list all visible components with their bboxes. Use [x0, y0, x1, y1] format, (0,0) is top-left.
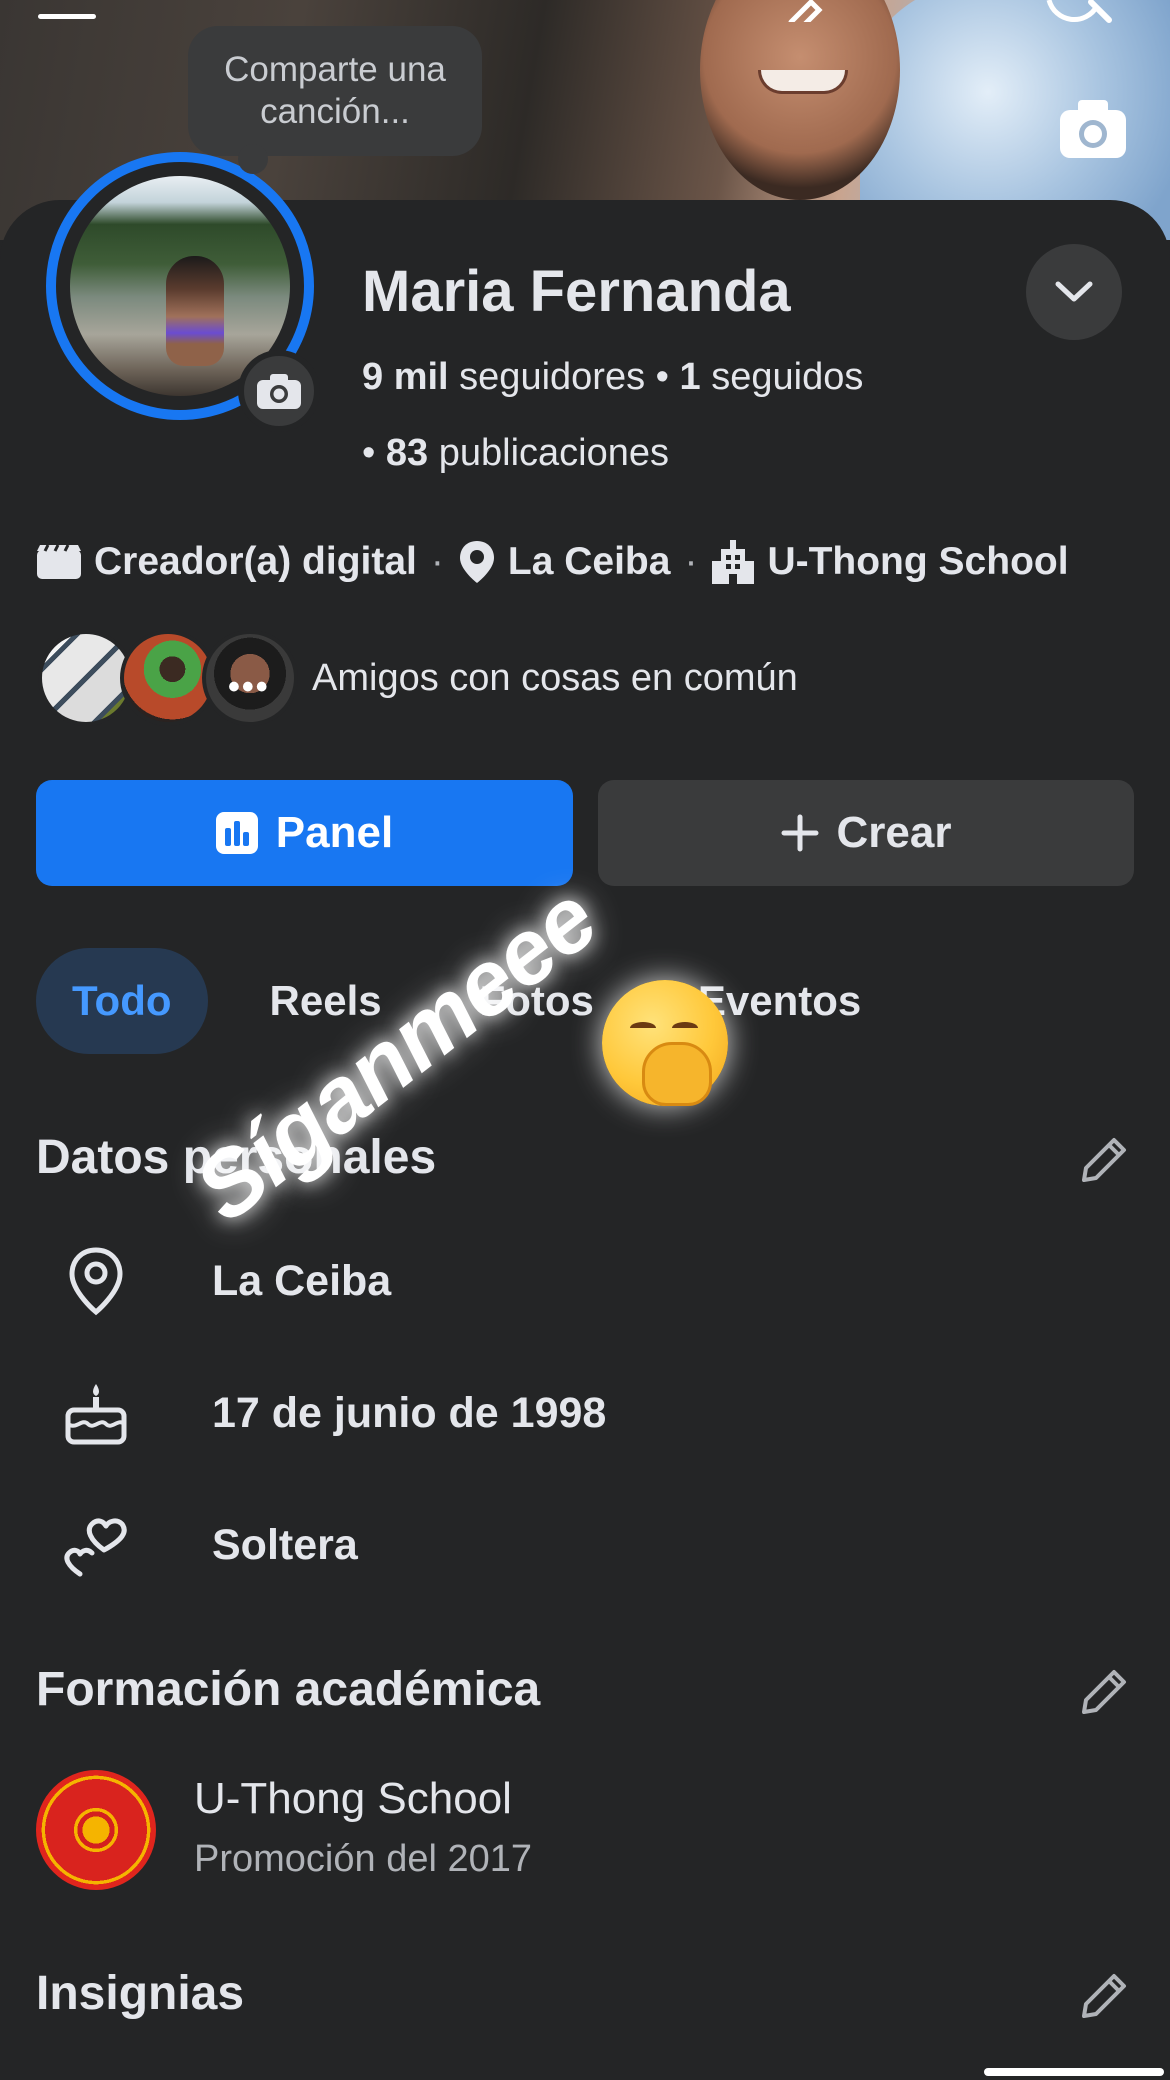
- cover-camera-icon[interactable]: [1058, 98, 1128, 160]
- avatar-camera-button[interactable]: [238, 350, 320, 432]
- school-text[interactable]: U-Thong School: [767, 540, 1068, 584]
- edit-badges-icon[interactable]: [1076, 1968, 1132, 2024]
- school-logo[interactable]: [36, 1770, 156, 1890]
- location-pin-icon: [459, 541, 494, 583]
- plus-icon: [781, 814, 819, 852]
- personal-detail-text: La Ceiba: [212, 1256, 392, 1305]
- profile-name: Maria Fernanda: [362, 259, 791, 324]
- mutual-friends-row[interactable]: ••• Amigos con cosas en común: [38, 628, 798, 728]
- personal-detail-text: Soltera: [212, 1520, 358, 1569]
- category-text: Creador(a) digital: [94, 540, 417, 583]
- post-stats: • 83 publicaciones: [362, 432, 669, 475]
- clapperboard-icon: [37, 544, 81, 579]
- separator-dot: ·: [430, 540, 444, 583]
- friend-avatar[interactable]: •••: [202, 630, 298, 726]
- school-name[interactable]: U-Thong School: [194, 1774, 512, 1824]
- location-pin-icon: [56, 1241, 136, 1321]
- avatar-figure: [166, 256, 224, 366]
- birthday-cake-icon: [56, 1373, 136, 1453]
- school-graduation: Promoción del 2017: [194, 1838, 532, 1880]
- chevron-down-icon: [1055, 281, 1093, 302]
- follower-stats: 9 mil seguidores • 1 seguidos: [362, 356, 863, 399]
- personal-detail-relationship[interactable]: Soltera: [56, 1500, 1056, 1590]
- posts-label: publicaciones: [438, 432, 669, 474]
- posts-count: 83: [385, 432, 429, 474]
- education-title: Formación académica: [36, 1663, 541, 1716]
- create-button[interactable]: Crear: [598, 780, 1134, 886]
- song-note-bubble[interactable]: Comparte una canción...: [188, 26, 482, 174]
- followers-count[interactable]: 9 mil: [362, 356, 449, 398]
- followers-label[interactable]: seguidores: [459, 356, 645, 398]
- panel-button-label: Panel: [275, 808, 394, 857]
- hearts-icon: [56, 1505, 136, 1585]
- tab-todo[interactable]: Todo: [36, 948, 208, 1054]
- profile-page: Comparte una canción... Maria Fernanda 9…: [0, 0, 1170, 2080]
- profile-options-button[interactable]: [1026, 244, 1122, 340]
- personal-detail-text: 17 de junio de 1998: [212, 1388, 607, 1437]
- personal-detail-birthday[interactable]: 17 de junio de 1998: [56, 1368, 1056, 1458]
- profile-details-line: Creador(a) digital · La Ceiba · U-Thong …: [36, 538, 1069, 586]
- personal-detail-location[interactable]: La Ceiba: [56, 1236, 1056, 1326]
- song-note-text: Comparte una canción...: [224, 50, 446, 131]
- edit-icon[interactable]: [785, 0, 825, 22]
- hand-over-mouth-emoji-icon: [602, 980, 728, 1106]
- edit-education-icon[interactable]: [1076, 1664, 1132, 1720]
- home-indicator[interactable]: [984, 2068, 1164, 2076]
- menu-icon[interactable]: [38, 14, 96, 19]
- more-icon: •••: [228, 668, 270, 706]
- separator-dot: •: [655, 356, 680, 398]
- camera-icon: [257, 374, 301, 409]
- create-button-label: Crear: [836, 808, 952, 857]
- emoji-eye: [672, 1022, 698, 1034]
- dashboard-icon: [215, 812, 258, 854]
- following-count[interactable]: 1: [680, 356, 701, 398]
- emoji-hand: [642, 1042, 712, 1106]
- panel-button[interactable]: Panel: [36, 780, 573, 886]
- mutual-friends-label[interactable]: Amigos con cosas en común: [312, 657, 798, 700]
- school-building-icon: [712, 540, 755, 584]
- edit-personal-details-icon[interactable]: [1076, 1132, 1132, 1188]
- emoji-eye: [630, 1022, 656, 1034]
- following-label[interactable]: seguidos: [711, 356, 863, 398]
- separator-dot: ·: [684, 540, 698, 583]
- cover-photo-smile: [758, 70, 848, 94]
- separator-dot: •: [362, 432, 386, 474]
- badges-title: Insignias: [36, 1967, 245, 2020]
- search-icon[interactable]: [1045, 0, 1115, 30]
- location-text[interactable]: La Ceiba: [508, 540, 671, 584]
